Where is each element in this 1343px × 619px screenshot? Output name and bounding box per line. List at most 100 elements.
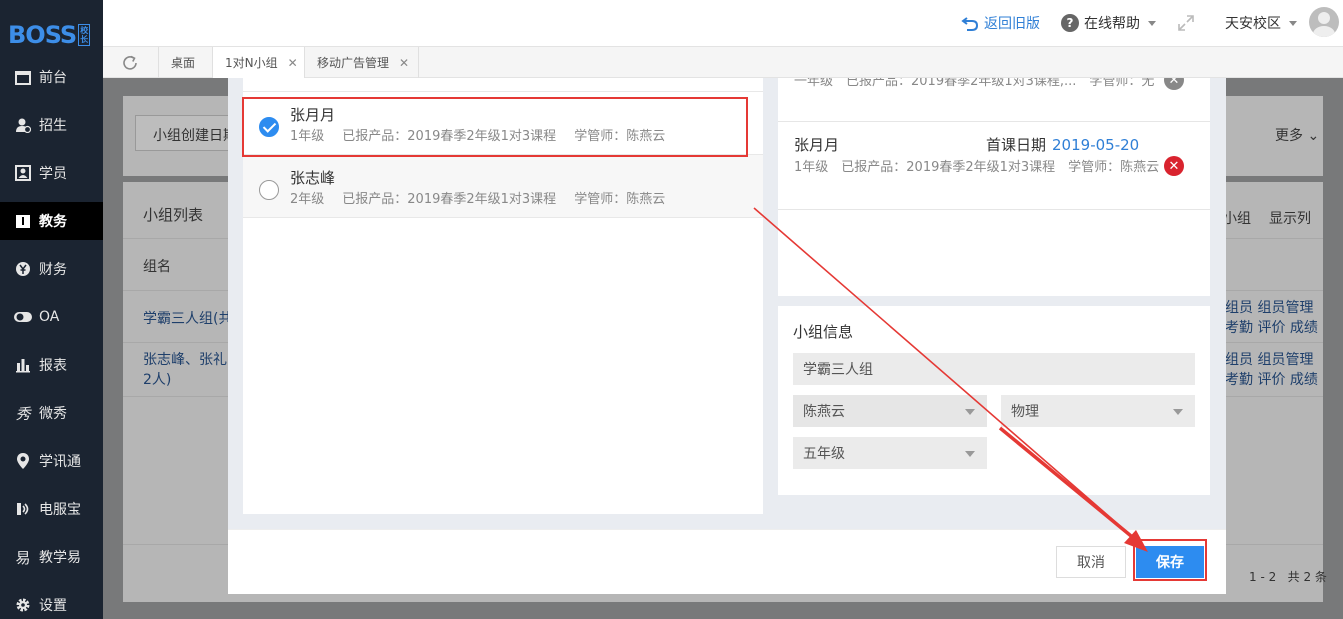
refresh-icon: [121, 54, 139, 72]
student-row[interactable]: 张志峰 2年级 已报产品：2019春季2年级1对3课程 学管师：陈燕云: [243, 155, 763, 218]
sidebar-item-jiaoxueyi[interactable]: 易教学易: [0, 538, 103, 576]
student-info: 1年级 已报产品：2019春季2年级1对3课程 学管师：陈燕云: [290, 125, 683, 144]
xiu-icon: 秀: [15, 404, 31, 423]
help-icon: ?: [1061, 14, 1079, 32]
tab-label: 1对N小组: [225, 56, 278, 70]
save-button[interactable]: 保存: [1136, 546, 1204, 578]
subject-value: 物理: [1011, 404, 1039, 420]
sidebar-label: 报表: [39, 358, 67, 374]
grade-value: 五年级: [803, 446, 845, 462]
sidebar-item-reports[interactable]: 报表: [0, 346, 103, 384]
expand-icon: [1177, 14, 1195, 32]
student-manager: 学管师：陈燕云: [574, 192, 666, 207]
campus-label: 天安校区: [1225, 16, 1281, 32]
close-icon[interactable]: ✕: [399, 56, 409, 70]
back-old-version-link[interactable]: 返回旧版: [961, 0, 1040, 46]
grade-select[interactable]: 五年级: [793, 437, 987, 469]
sidebar-label: 招生: [39, 118, 67, 134]
group-name-input[interactable]: 学霸三人组: [793, 353, 1195, 385]
sidebar-label: 微秀: [39, 406, 67, 422]
refresh-button[interactable]: [103, 47, 159, 78]
phone-signal-icon: [13, 500, 33, 518]
chevron-down-icon: [965, 451, 975, 457]
action-scores[interactable]: 成绩: [1290, 372, 1318, 388]
filter-date-label: 小组创建日期: [153, 128, 237, 144]
logo-text: BOSS: [8, 21, 77, 49]
remove-icon[interactable]: ✕: [1164, 156, 1184, 176]
sidebar-label: 教学易: [39, 550, 81, 566]
chevron-down-icon: [1173, 409, 1183, 415]
sidebar-item-dianfubao[interactable]: 电服宝: [0, 490, 103, 528]
sidebar-label: 学员: [39, 166, 67, 182]
student-grade: 1年级: [290, 129, 325, 144]
tab-desktop[interactable]: 桌面: [159, 47, 213, 78]
view-group-button[interactable]: 小组: [1223, 208, 1251, 228]
action-manage-members[interactable]: 组员管理: [1257, 300, 1313, 316]
book-icon: [13, 212, 33, 230]
action-attendance[interactable]: 考勤: [1225, 320, 1253, 336]
sidebar-label: OA: [39, 309, 60, 325]
teacher-value: 陈燕云: [803, 404, 845, 420]
first-class-date: 首课日期 2019-05-20: [986, 134, 1139, 155]
remove-icon[interactable]: ✕: [1164, 78, 1184, 90]
more-filter-toggle[interactable]: 更多 ⌄: [1275, 125, 1319, 145]
cancel-label: 取消: [1077, 555, 1105, 571]
action-evaluate[interactable]: 评价: [1257, 320, 1285, 336]
sidebar-item-settings[interactable]: 设置: [0, 586, 103, 619]
group-row-name[interactable]: 张志峰、张礼 2人): [143, 350, 227, 390]
chevron-down-icon: [1289, 20, 1297, 26]
fullscreen-button[interactable]: [1177, 0, 1195, 46]
sidebar-item-academic[interactable]: 教务: [0, 202, 103, 240]
first-class-date-value[interactable]: 2019-05-20: [1052, 136, 1139, 154]
save-label: 保存: [1156, 555, 1184, 571]
sidebar-item-students[interactable]: 学员: [0, 154, 103, 192]
tab-1-to-n-group[interactable]: 1对N小组 ✕: [213, 47, 305, 78]
chevron-down-icon: ⌄: [1307, 128, 1320, 144]
group-list-title: 小组列表: [143, 206, 204, 224]
help-label: 在线帮助: [1084, 16, 1140, 32]
sidebar-item-oa[interactable]: OA: [0, 298, 103, 336]
location-pin-icon: [13, 452, 33, 470]
group-row-name[interactable]: 学霸三人组(共: [143, 308, 232, 328]
sidebar-item-weixiu[interactable]: 秀微秀: [0, 394, 103, 432]
checkbox-unchecked-icon[interactable]: [259, 180, 279, 200]
close-icon[interactable]: ✕: [288, 56, 298, 70]
tab-mobile-ad[interactable]: 移动广告管理 ✕: [305, 47, 419, 78]
sidebar-item-finance[interactable]: 财务: [0, 250, 103, 288]
list-edge: [243, 78, 763, 92]
sidebar-label: 电服宝: [39, 502, 81, 518]
student-row[interactable]: 张月月 1年级 已报产品：2019春季2年级1对3课程 学管师：陈燕云: [243, 92, 763, 155]
sidebar-item-front-desk[interactable]: 前台: [0, 58, 103, 96]
sidebar-label: 前台: [39, 70, 67, 86]
action-evaluate[interactable]: 评价: [1257, 372, 1285, 388]
action-attendance[interactable]: 考勤: [1225, 372, 1253, 388]
show-columns-button[interactable]: 显示列: [1269, 208, 1311, 228]
modal-body: 张月月 1年级 已报产品：2019春季2年级1对3课程 学管师：陈燕云 张志峰 2年…: [228, 78, 1226, 529]
sidebar-item-enrollment[interactable]: 招生: [0, 106, 103, 144]
group-row-actions: 组员 组员管理 考勤 评价 成绩: [1225, 350, 1325, 390]
group-row-actions: 组员 组员管理 考勤 评价 成绩: [1225, 298, 1325, 338]
col-group-name: 组名: [143, 259, 171, 275]
action-scores[interactable]: 成绩: [1290, 320, 1318, 336]
id-card-icon: [13, 164, 33, 182]
sidebar-item-xuexuntong[interactable]: 学讯通: [0, 442, 103, 480]
boss-logo[interactable]: BOSS 校长: [8, 20, 91, 50]
subject-select[interactable]: 物理: [1001, 395, 1195, 427]
chevron-down-icon: [1148, 20, 1156, 26]
avatar[interactable]: [1309, 7, 1339, 37]
action-manage-members[interactable]: 组员管理: [1257, 352, 1313, 368]
cancel-button[interactable]: 取消: [1056, 546, 1126, 578]
more-label: 更多: [1275, 128, 1303, 144]
chevron-down-icon: [965, 409, 975, 415]
checkbox-checked-icon[interactable]: [259, 117, 279, 137]
teacher-select[interactable]: 陈燕云: [793, 395, 987, 427]
campus-selector[interactable]: 天安校区: [1225, 0, 1297, 46]
tab-label: 桌面: [171, 56, 196, 70]
sidebar-label: 教务: [39, 214, 67, 230]
action-members[interactable]: 组员: [1225, 352, 1253, 368]
action-members[interactable]: 组员: [1225, 300, 1253, 316]
online-help-menu[interactable]: ? 在线帮助: [1061, 0, 1156, 46]
teach-icon: 易: [15, 548, 31, 567]
yen-icon: [13, 260, 33, 278]
selected-student-list: 一年级 已报产品：2019春季2年级1对3课程,... 学管师：无 ✕ 张月月 …: [778, 78, 1210, 296]
